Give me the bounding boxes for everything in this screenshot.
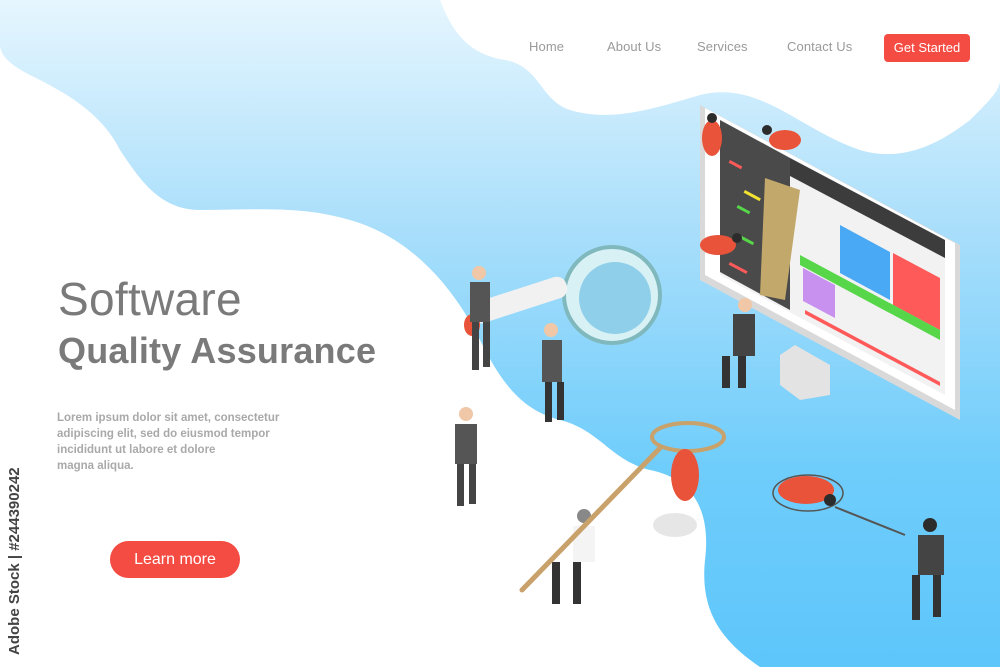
hero-description: Lorem ipsum dolor sit amet, consectetur … (57, 410, 317, 474)
description-line: adipiscing elit, sed do eiusmod tempor (57, 428, 270, 440)
hero-title-line2: Quality Assurance (58, 330, 377, 371)
nav-services[interactable]: Services (697, 39, 748, 54)
person-with-net (519, 445, 663, 604)
description-line: magna aliqua. (57, 460, 134, 472)
person-peeling-screen (722, 298, 755, 388)
caught-bugs (650, 421, 844, 537)
description-line: incididunt ut labore et dolore (57, 444, 216, 456)
nav-home[interactable]: Home (529, 39, 564, 54)
description-line: Lorem ipsum dolor sit amet, consectetur (57, 412, 280, 424)
learn-more-button[interactable]: Learn more (110, 541, 240, 578)
person-pointing (455, 407, 477, 506)
monitor-stand (780, 345, 830, 400)
nav-contact-us[interactable]: Contact Us (787, 39, 852, 54)
nav-about-us[interactable]: About Us (607, 39, 661, 54)
stock-watermark: Adobe Stock | #244390242 (6, 467, 23, 655)
person-holding-glass (470, 266, 490, 370)
person-pulling-bug (834, 506, 944, 620)
hero-title-line1: Software (58, 273, 242, 325)
magnifying-glass (464, 245, 662, 345)
person-lifting-glass (542, 323, 564, 422)
top-navigation: Home About Us Services Contact Us (0, 34, 1000, 62)
get-started-button[interactable]: Get Started (884, 34, 970, 62)
